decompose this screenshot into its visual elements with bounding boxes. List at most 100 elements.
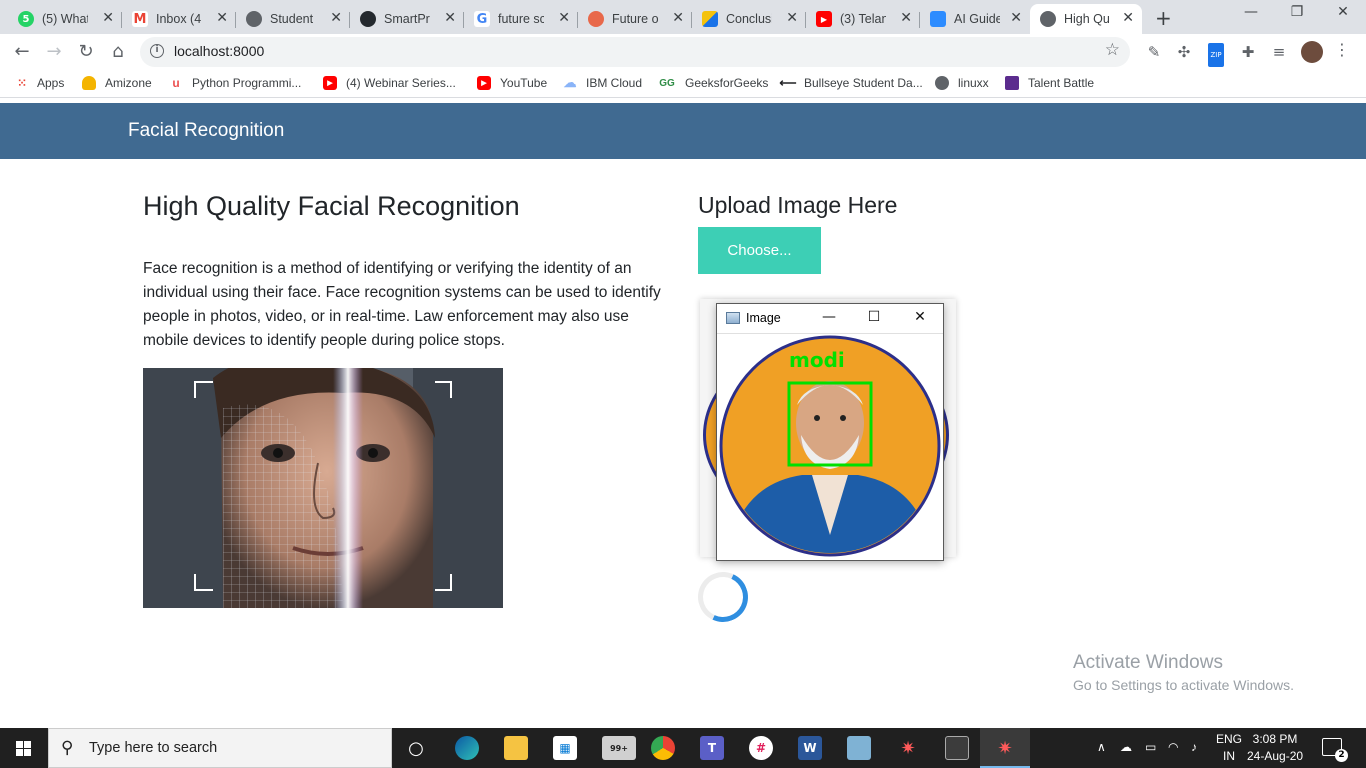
task-view-icon[interactable]: ○ [404,736,428,760]
page-title: High Quality Facial Recognition [143,191,520,221]
upload-heading: Upload Image Here [698,192,898,218]
notes-icon[interactable] [847,736,871,760]
window-maximize-button[interactable]: ☐ [862,309,886,325]
globe-icon [246,11,262,27]
anaconda-spider-icon[interactable]: ✷ [896,736,920,760]
youtube-icon: ▶ [477,76,491,90]
site-icon [588,11,604,27]
notification-center-icon[interactable]: 2 [1322,738,1348,762]
battery-icon[interactable]: ▭ [1145,740,1156,754]
globe-icon [935,76,949,90]
site-icon [702,11,718,27]
profile-avatar[interactable] [1301,41,1323,63]
address-bar[interactable]: i localhost:8000 ☆ [140,37,1130,67]
bookmark-webinar[interactable]: ▶ (4) Webinar Series... [323,76,456,90]
new-tab-button[interactable]: + [1155,6,1172,30]
close-tab-icon[interactable]: ✕ [1122,10,1134,26]
close-tab-icon[interactable]: ✕ [216,10,228,26]
volume-icon[interactable]: ♪ [1191,740,1197,754]
chrome-menu-icon[interactable]: ⋮ [1334,40,1350,59]
window-app-icon [726,312,740,324]
gmail-icon: M [132,11,148,27]
browser-tab[interactable]: Conclusion ✕ [692,4,806,34]
start-button[interactable] [0,728,48,768]
browser-tab[interactable]: 5 (5) WhatsApp ✕ [8,4,122,34]
browser-tab[interactable]: M Inbox (4,0 ✕ [122,4,236,34]
talent-battle-icon [1005,76,1019,90]
word-icon[interactable]: W [798,736,822,760]
bookmark-bullseye[interactable]: ⟵ Bullseye Student Da... [779,76,922,90]
extension-icon[interactable]: ✣ [1173,41,1195,63]
language-indicator[interactable]: ENG IN [1216,731,1242,765]
opencv-image-window[interactable]: Image — ☐ ✕ modi [716,303,944,561]
intro-paragraph: Face recognition is a method of identify… [143,260,661,349]
store-icon[interactable]: ▦ [553,736,577,760]
home-button[interactable]: ⌂ [106,40,130,64]
browser-tab[interactable]: Future of ✕ [578,4,692,34]
browser-toolbar: ← → ↻ ⌂ i localhost:8000 ☆ ✎ ✣ ZIP ✚ ≡ ⋮ [0,34,1366,70]
zoom-icon [930,11,946,27]
onedrive-icon[interactable]: ☁ [1120,740,1132,754]
file-explorer-icon[interactable] [504,736,528,760]
url-text[interactable]: localhost:8000 [174,43,264,59]
bookmarks-bar: ⁙ Apps Amizone u Python Programmi... ▶ (… [0,70,1366,98]
bookmark-geeksforgeeks[interactable]: GG GeeksforGeeks [658,76,768,90]
browser-tab[interactable]: SmartPrac ✕ [350,4,464,34]
bookmark-talent-battle[interactable]: Talent Battle [1005,76,1094,90]
browser-tab[interactable]: AI Guided ✕ [920,4,1030,34]
system-clock[interactable]: 3:08 PM 24-Aug-20 [1247,731,1303,765]
back-button[interactable]: ← [10,40,34,64]
close-tab-icon[interactable]: ✕ [444,10,456,26]
media-control-icon[interactable]: ≡ [1268,41,1290,63]
minimize-window-button[interactable]: — [1228,4,1274,20]
extensions-puzzle-icon[interactable]: ✚ [1237,41,1259,63]
taskbar-search[interactable]: ⚲ Type here to search [48,728,392,768]
bookmark-amizone[interactable]: Amizone [82,76,152,90]
restore-window-button[interactable]: ❐ [1274,4,1320,20]
close-tab-icon[interactable]: ✕ [102,10,114,26]
site-navbar: Facial Recognition [0,103,1366,159]
bookmark-youtube[interactable]: ▶ YouTube [477,76,547,90]
teams-icon[interactable]: T [700,736,724,760]
close-window-button[interactable]: ✕ [1320,4,1366,20]
bookmark-apps[interactable]: ⁙ Apps [15,76,64,90]
site-info-icon[interactable]: i [150,44,164,58]
browser-tab[interactable]: Student Da ✕ [236,4,350,34]
activate-windows-watermark: Activate Windows Go to Settings to activ… [1073,652,1294,693]
bookmark-star-icon[interactable]: ☆ [1105,40,1120,60]
bookmark-ibm-cloud[interactable]: ☁ IBM Cloud [563,75,643,90]
python-image-window-icon[interactable]: ✷ [993,736,1017,760]
window-close-button[interactable]: ✕ [908,309,932,325]
browser-tab[interactable]: G future sco ✕ [464,4,578,34]
mail-icon[interactable]: 99+ [602,736,636,760]
browser-tab[interactable]: ▶ (3) Telang ✕ [806,4,920,34]
close-tab-icon[interactable]: ✕ [900,10,912,26]
window-minimize-button[interactable]: — [817,309,841,325]
cloud-icon: ☁ [563,75,577,90]
close-tab-icon[interactable]: ✕ [672,10,684,26]
eyedropper-extension-icon[interactable]: ✎ [1143,41,1165,63]
close-tab-icon[interactable]: ✕ [558,10,570,26]
reload-button[interactable]: ↻ [74,40,98,64]
chrome-icon[interactable] [651,736,675,760]
wifi-icon[interactable]: ◠ [1168,740,1178,754]
apps-grid-icon: ⁙ [16,76,28,90]
windows-logo-icon [16,741,31,756]
tray-overflow-icon[interactable]: ∧ [1097,740,1106,754]
zip-extension-icon[interactable]: ZIP [1205,41,1227,67]
gfg-icon: GG [659,77,675,89]
bookmark-linuxx[interactable]: linuxx [935,76,989,90]
browser-tab-active[interactable]: High Qua ✕ [1030,4,1142,34]
image-window-titlebar[interactable]: Image — ☐ ✕ [717,304,943,334]
navbar-brand[interactable]: Facial Recognition [128,120,284,142]
close-tab-icon[interactable]: ✕ [1010,10,1022,26]
forward-button[interactable]: → [42,40,66,64]
slack-icon[interactable]: # [749,736,773,760]
close-tab-icon[interactable]: ✕ [330,10,342,26]
bookmark-python[interactable]: u Python Programmi... [169,76,301,90]
terminal-icon[interactable] [945,736,969,760]
edge-icon[interactable] [455,736,479,760]
udemy-icon: u [172,76,180,90]
choose-file-button[interactable]: Choose... [698,227,821,274]
close-tab-icon[interactable]: ✕ [786,10,798,26]
